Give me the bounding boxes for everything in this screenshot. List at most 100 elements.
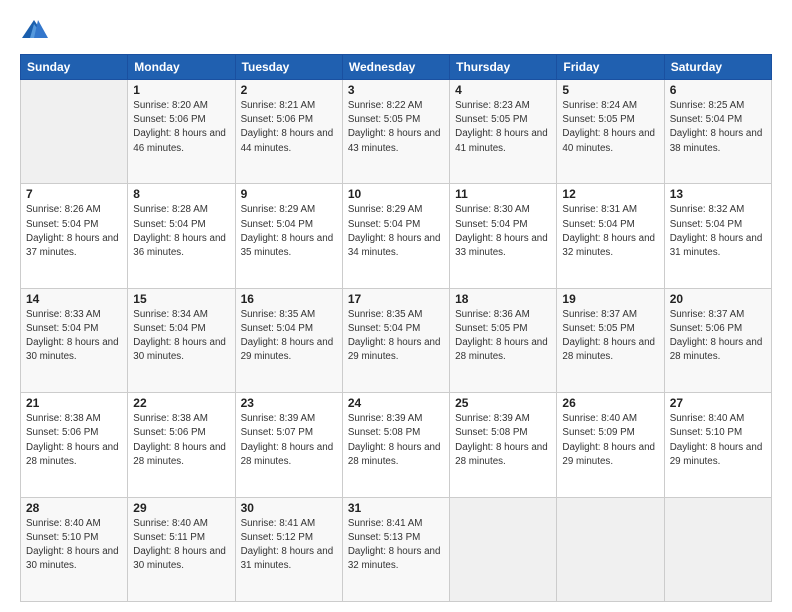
day-cell: 19 Sunrise: 8:37 AM Sunset: 5:05 PM Dayli… bbox=[557, 288, 664, 392]
logo bbox=[20, 16, 52, 44]
day-number: 25 bbox=[455, 396, 551, 410]
day-cell bbox=[664, 497, 771, 601]
calendar-table: SundayMondayTuesdayWednesdayThursdayFrid… bbox=[20, 54, 772, 602]
logo-icon bbox=[20, 16, 48, 44]
day-number: 9 bbox=[241, 187, 337, 201]
day-info: Sunrise: 8:37 AM Sunset: 5:06 PM Dayligh… bbox=[670, 308, 766, 365]
day-cell: 26 Sunrise: 8:40 AM Sunset: 5:09 PM Dayli… bbox=[557, 393, 664, 497]
header-day-sunday: Sunday bbox=[21, 55, 128, 80]
day-cell: 29 Sunrise: 8:40 AM Sunset: 5:11 PM Dayli… bbox=[128, 497, 235, 601]
day-number: 3 bbox=[348, 83, 444, 97]
day-number: 16 bbox=[241, 292, 337, 306]
day-cell: 28Sunrise: 8:40 AM Sunset: 5:10 PM Dayli… bbox=[21, 497, 128, 601]
header-day-monday: Monday bbox=[128, 55, 235, 80]
day-info: Sunrise: 8:40 AM Sunset: 5:11 PM Dayligh… bbox=[133, 517, 229, 574]
day-cell: 5 Sunrise: 8:24 AM Sunset: 5:05 PM Daylig… bbox=[557, 80, 664, 184]
day-info: Sunrise: 8:40 AM Sunset: 5:10 PM Dayligh… bbox=[26, 517, 122, 574]
day-cell: 14 Sunrise: 8:33 AM Sunset: 5:04 PM Dayli… bbox=[21, 288, 128, 392]
day-info: Sunrise: 8:22 AM Sunset: 5:05 PM Dayligh… bbox=[348, 99, 444, 156]
day-info: Sunrise: 8:29 AM Sunset: 5:04 PM Dayligh… bbox=[241, 203, 337, 260]
day-info: Sunrise: 8:24 AM Sunset: 5:05 PM Dayligh… bbox=[562, 99, 658, 156]
day-info: Sunrise: 8:38 AM Sunset: 5:06 PM Dayligh… bbox=[26, 412, 122, 469]
day-info: Sunrise: 8:25 AM Sunset: 5:04 PM Dayligh… bbox=[670, 99, 766, 156]
day-number: 31 bbox=[348, 501, 444, 515]
day-number: 13 bbox=[670, 187, 766, 201]
day-number: 15 bbox=[133, 292, 229, 306]
header-day-tuesday: Tuesday bbox=[235, 55, 342, 80]
day-info: Sunrise: 8:35 AM Sunset: 5:04 PM Dayligh… bbox=[348, 308, 444, 365]
day-cell: 16 Sunrise: 8:35 AM Sunset: 5:04 PM Dayli… bbox=[235, 288, 342, 392]
day-cell: 15 Sunrise: 8:34 AM Sunset: 5:04 PM Dayli… bbox=[128, 288, 235, 392]
day-number: 12 bbox=[562, 187, 658, 201]
day-cell bbox=[557, 497, 664, 601]
day-number: 20 bbox=[670, 292, 766, 306]
day-info: Sunrise: 8:41 AM Sunset: 5:13 PM Dayligh… bbox=[348, 517, 444, 574]
day-info: Sunrise: 8:20 AM Sunset: 5:06 PM Dayligh… bbox=[133, 99, 229, 156]
day-info: Sunrise: 8:35 AM Sunset: 5:04 PM Dayligh… bbox=[241, 308, 337, 365]
day-info: Sunrise: 8:28 AM Sunset: 5:04 PM Dayligh… bbox=[133, 203, 229, 260]
week-row-3: 21 Sunrise: 8:38 AM Sunset: 5:06 PM Dayli… bbox=[21, 393, 772, 497]
day-info: Sunrise: 8:29 AM Sunset: 5:04 PM Dayligh… bbox=[348, 203, 444, 260]
day-cell: 11 Sunrise: 8:30 AM Sunset: 5:04 PM Dayli… bbox=[450, 184, 557, 288]
week-row-2: 14 Sunrise: 8:33 AM Sunset: 5:04 PM Dayli… bbox=[21, 288, 772, 392]
day-cell: 1 Sunrise: 8:20 AM Sunset: 5:06 PM Daylig… bbox=[128, 80, 235, 184]
day-cell: 21 Sunrise: 8:38 AM Sunset: 5:06 PM Dayli… bbox=[21, 393, 128, 497]
day-cell: 23Sunrise: 8:39 AM Sunset: 5:07 PM Dayli… bbox=[235, 393, 342, 497]
day-cell: 7 Sunrise: 8:26 AM Sunset: 5:04 PM Daylig… bbox=[21, 184, 128, 288]
day-number: 14 bbox=[26, 292, 122, 306]
day-number: 22 bbox=[133, 396, 229, 410]
day-info: Sunrise: 8:40 AM Sunset: 5:10 PM Dayligh… bbox=[670, 412, 766, 469]
day-cell: 6 Sunrise: 8:25 AM Sunset: 5:04 PM Daylig… bbox=[664, 80, 771, 184]
day-cell: 25 Sunrise: 8:39 AM Sunset: 5:08 PM Dayli… bbox=[450, 393, 557, 497]
header-day-saturday: Saturday bbox=[664, 55, 771, 80]
day-cell: 3 Sunrise: 8:22 AM Sunset: 5:05 PM Daylig… bbox=[342, 80, 449, 184]
day-number: 19 bbox=[562, 292, 658, 306]
day-cell: 9 Sunrise: 8:29 AM Sunset: 5:04 PM Daylig… bbox=[235, 184, 342, 288]
day-info: Sunrise: 8:39 AM Sunset: 5:08 PM Dayligh… bbox=[455, 412, 551, 469]
week-row-4: 28Sunrise: 8:40 AM Sunset: 5:10 PM Dayli… bbox=[21, 497, 772, 601]
day-info: Sunrise: 8:37 AM Sunset: 5:05 PM Dayligh… bbox=[562, 308, 658, 365]
day-cell: 2Sunrise: 8:21 AM Sunset: 5:06 PM Daylig… bbox=[235, 80, 342, 184]
day-number: 23 bbox=[241, 396, 337, 410]
day-number: 30 bbox=[241, 501, 337, 515]
day-info: Sunrise: 8:34 AM Sunset: 5:04 PM Dayligh… bbox=[133, 308, 229, 365]
day-info: Sunrise: 8:23 AM Sunset: 5:05 PM Dayligh… bbox=[455, 99, 551, 156]
day-cell: 30Sunrise: 8:41 AM Sunset: 5:12 PM Dayli… bbox=[235, 497, 342, 601]
day-number: 21 bbox=[26, 396, 122, 410]
calendar-header: SundayMondayTuesdayWednesdayThursdayFrid… bbox=[21, 55, 772, 80]
day-number: 29 bbox=[133, 501, 229, 515]
day-cell bbox=[21, 80, 128, 184]
day-info: Sunrise: 8:26 AM Sunset: 5:04 PM Dayligh… bbox=[26, 203, 122, 260]
page: SundayMondayTuesdayWednesdayThursdayFrid… bbox=[0, 0, 792, 612]
day-number: 17 bbox=[348, 292, 444, 306]
header-day-friday: Friday bbox=[557, 55, 664, 80]
day-cell: 27Sunrise: 8:40 AM Sunset: 5:10 PM Dayli… bbox=[664, 393, 771, 497]
day-cell: 18Sunrise: 8:36 AM Sunset: 5:05 PM Dayli… bbox=[450, 288, 557, 392]
header-row: SundayMondayTuesdayWednesdayThursdayFrid… bbox=[21, 55, 772, 80]
day-cell: 8 Sunrise: 8:28 AM Sunset: 5:04 PM Daylig… bbox=[128, 184, 235, 288]
day-info: Sunrise: 8:33 AM Sunset: 5:04 PM Dayligh… bbox=[26, 308, 122, 365]
day-info: Sunrise: 8:40 AM Sunset: 5:09 PM Dayligh… bbox=[562, 412, 658, 469]
header-day-thursday: Thursday bbox=[450, 55, 557, 80]
day-cell: 20 Sunrise: 8:37 AM Sunset: 5:06 PM Dayli… bbox=[664, 288, 771, 392]
week-row-0: 1 Sunrise: 8:20 AM Sunset: 5:06 PM Daylig… bbox=[21, 80, 772, 184]
header bbox=[20, 16, 772, 44]
day-info: Sunrise: 8:31 AM Sunset: 5:04 PM Dayligh… bbox=[562, 203, 658, 260]
day-cell: 10Sunrise: 8:29 AM Sunset: 5:04 PM Dayli… bbox=[342, 184, 449, 288]
day-info: Sunrise: 8:30 AM Sunset: 5:04 PM Dayligh… bbox=[455, 203, 551, 260]
day-number: 11 bbox=[455, 187, 551, 201]
day-number: 4 bbox=[455, 83, 551, 97]
day-cell: 17 Sunrise: 8:35 AM Sunset: 5:04 PM Dayli… bbox=[342, 288, 449, 392]
day-cell: 22 Sunrise: 8:38 AM Sunset: 5:06 PM Dayli… bbox=[128, 393, 235, 497]
day-number: 5 bbox=[562, 83, 658, 97]
day-number: 7 bbox=[26, 187, 122, 201]
day-number: 1 bbox=[133, 83, 229, 97]
day-number: 8 bbox=[133, 187, 229, 201]
day-info: Sunrise: 8:38 AM Sunset: 5:06 PM Dayligh… bbox=[133, 412, 229, 469]
week-row-1: 7 Sunrise: 8:26 AM Sunset: 5:04 PM Daylig… bbox=[21, 184, 772, 288]
day-number: 26 bbox=[562, 396, 658, 410]
day-number: 6 bbox=[670, 83, 766, 97]
day-cell: 31 Sunrise: 8:41 AM Sunset: 5:13 PM Dayli… bbox=[342, 497, 449, 601]
day-info: Sunrise: 8:36 AM Sunset: 5:05 PM Dayligh… bbox=[455, 308, 551, 365]
day-info: Sunrise: 8:39 AM Sunset: 5:08 PM Dayligh… bbox=[348, 412, 444, 469]
